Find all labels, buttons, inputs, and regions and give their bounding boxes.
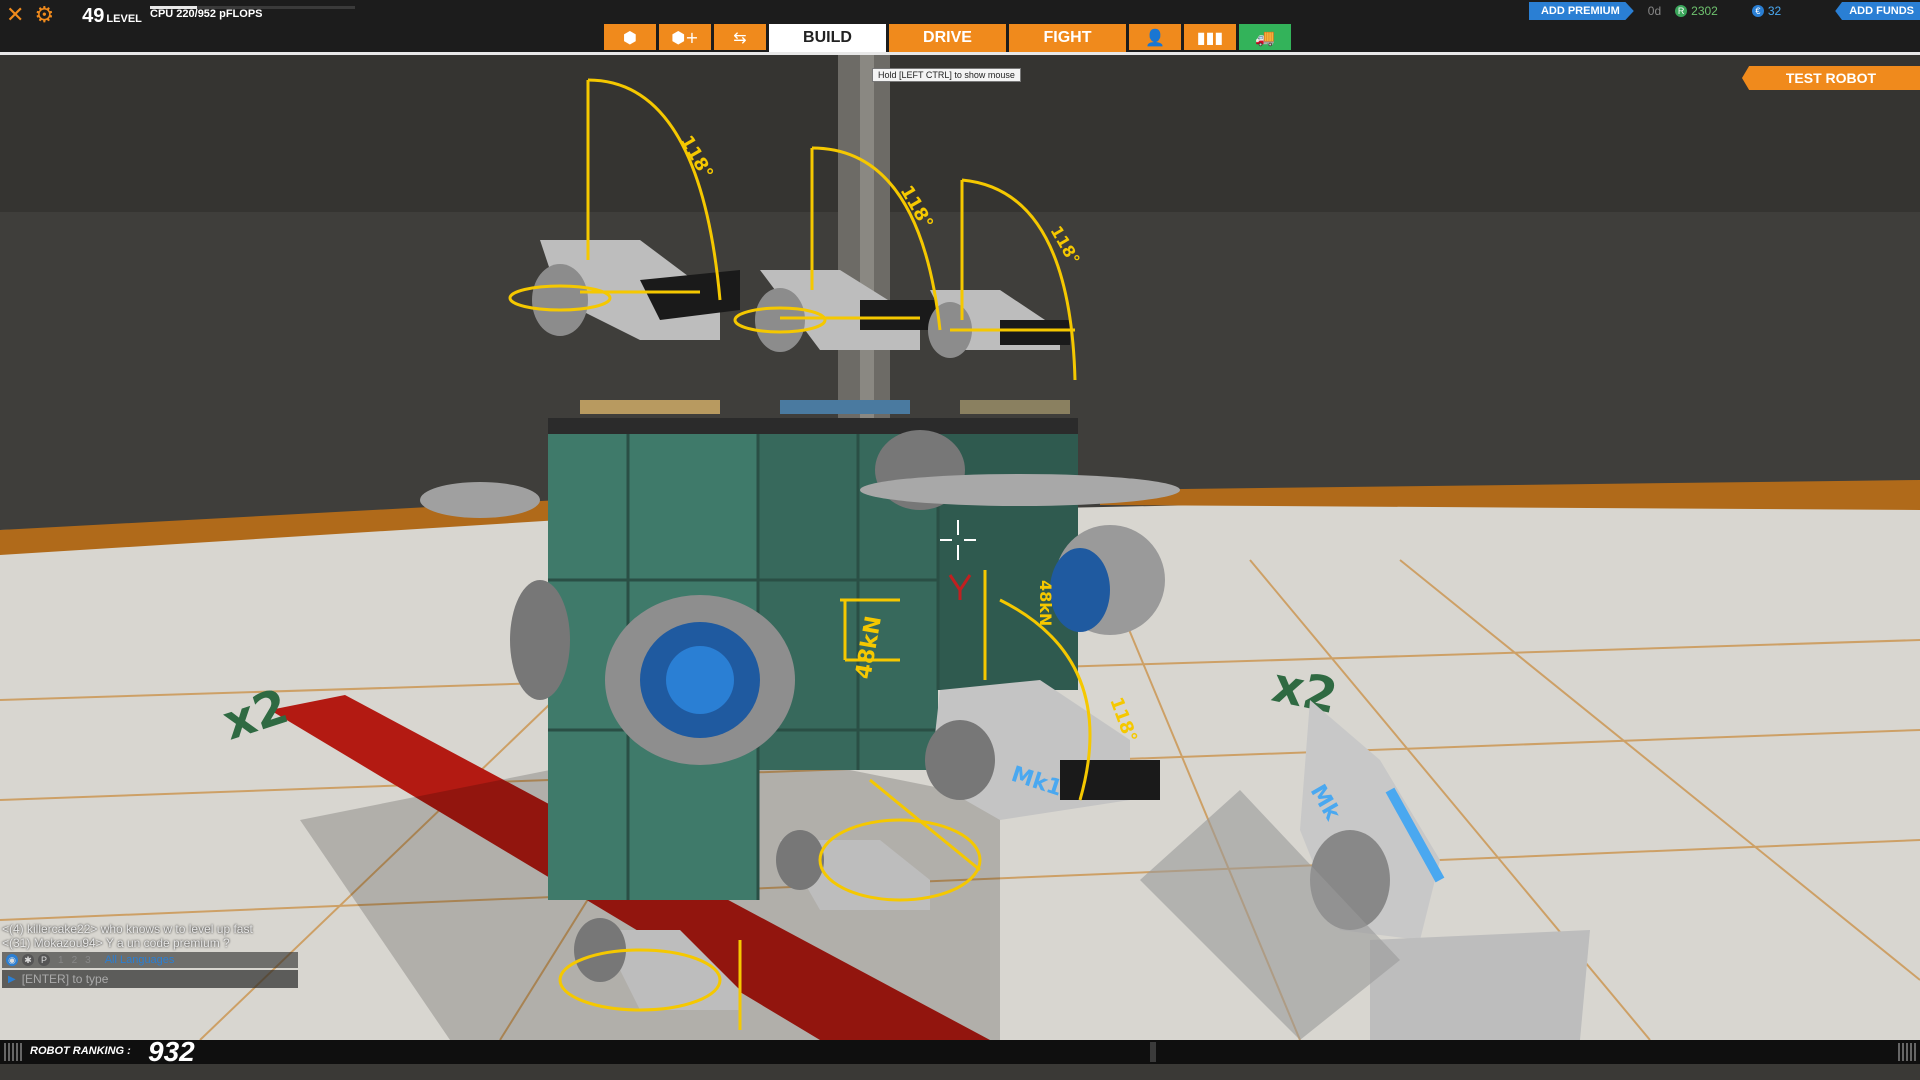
premium-time: 0d <box>1647 4 1662 18</box>
stripes-icon <box>4 1043 22 1061</box>
chat-message: <(4) killercake22> who knows w to level … <box>2 922 253 936</box>
chat-input-placeholder: [ENTER] to type <box>21 972 109 986</box>
level-value: 49 <box>82 4 105 27</box>
add-funds-button[interactable]: ADD FUNDS <box>1835 2 1920 20</box>
top-left-group: ✕ ⚙ 49 LEVEL <box>6 4 142 28</box>
ranking-label: ROBOT RANKING : <box>30 1045 131 1057</box>
globe-icon[interactable]: ◉ <box>6 954 18 966</box>
robits-icon: R <box>1675 5 1688 17</box>
tab-tools-icon[interactable]: ⇆ <box>714 24 766 50</box>
player-level: 49 LEVEL <box>82 5 142 28</box>
mode-tabs: ⬢ ⬢+ ⇆ BUILD DRIVE FIGHT 👤 ▮▮▮ 🚚 <box>604 24 1294 52</box>
chat-tab-1[interactable]: 1 <box>58 955 64 966</box>
tab-drive[interactable]: DRIVE <box>889 24 1006 52</box>
robits-balance: R 2302 <box>1675 4 1718 18</box>
close-icon[interactable]: ✕ <box>6 4 24 28</box>
tab-fight[interactable]: FIGHT <box>1009 24 1126 52</box>
chat-tab-2[interactable]: 2 <box>72 955 78 966</box>
tab-garage-icon[interactable]: 🚚 <box>1239 24 1291 50</box>
private-icon[interactable]: P <box>38 954 50 966</box>
bottom-divider <box>1150 1042 1156 1062</box>
stripes-icon <box>1898 1043 1916 1061</box>
chat-play-icon: ▶ <box>8 973 16 985</box>
tab-stats-icon[interactable]: ▮▮▮ <box>1184 24 1236 50</box>
bottom-strip <box>0 1064 1920 1080</box>
test-robot-button[interactable]: TEST ROBOT <box>1742 66 1920 90</box>
robits-value: 2302 <box>1691 4 1718 18</box>
top-bar: ✕ ⚙ 49 LEVEL CPU 220/952 pFLOPS ⬢ ⬢+ ⇆ BU… <box>0 0 1920 55</box>
level-label: LEVEL <box>106 12 142 25</box>
currency-group: ADD PREMIUM 0d R 2302 € 32 ADD FUNDS <box>1528 2 1920 20</box>
bottom-bar: ROBOT RANKING : 932 <box>0 1036 1920 1067</box>
tab-cube-plus-icon[interactable]: ⬢+ <box>659 24 711 50</box>
tab-profile-icon[interactable]: 👤 <box>1129 24 1181 50</box>
gear-icon[interactable]: ⚙ <box>34 4 54 28</box>
cosmetic-credits-balance: € 32 <box>1751 4 1782 18</box>
chat-controls: ◉ ✱ P 1 2 3 All Languages <box>2 952 298 968</box>
force-label-b: 48kN <box>1036 580 1055 626</box>
cpu-readout: CPU 220/952 pFLOPS <box>150 8 263 20</box>
tab-cube-icon[interactable]: ⬢ <box>604 24 656 50</box>
cosmetic-credits-icon: € <box>1751 5 1764 17</box>
game-viewport[interactable]: x2 x2 Mk1 Mk 118° 118° 118° 118° 48kN 48… <box>0 0 1920 1080</box>
mouse-hint-tooltip: Hold [LEFT CTRL] to show mouse <box>872 68 1021 82</box>
tab-build[interactable]: BUILD <box>769 24 886 52</box>
add-premium-button[interactable]: ADD PREMIUM <box>1528 2 1634 20</box>
settings-icon[interactable]: ✱ <box>22 954 34 966</box>
chat-input[interactable]: ▶ [ENTER] to type <box>2 970 298 988</box>
chat-panel: <(4) killercake22> who knows w to level … <box>2 922 298 988</box>
chat-tab-3[interactable]: 3 <box>85 955 91 966</box>
cosmetic-credits-value: 32 <box>1767 4 1782 18</box>
chat-language-filter[interactable]: All Languages <box>105 954 175 966</box>
chat-message: <(31) Mokazou94> Y a un code premium ? <box>2 936 230 950</box>
